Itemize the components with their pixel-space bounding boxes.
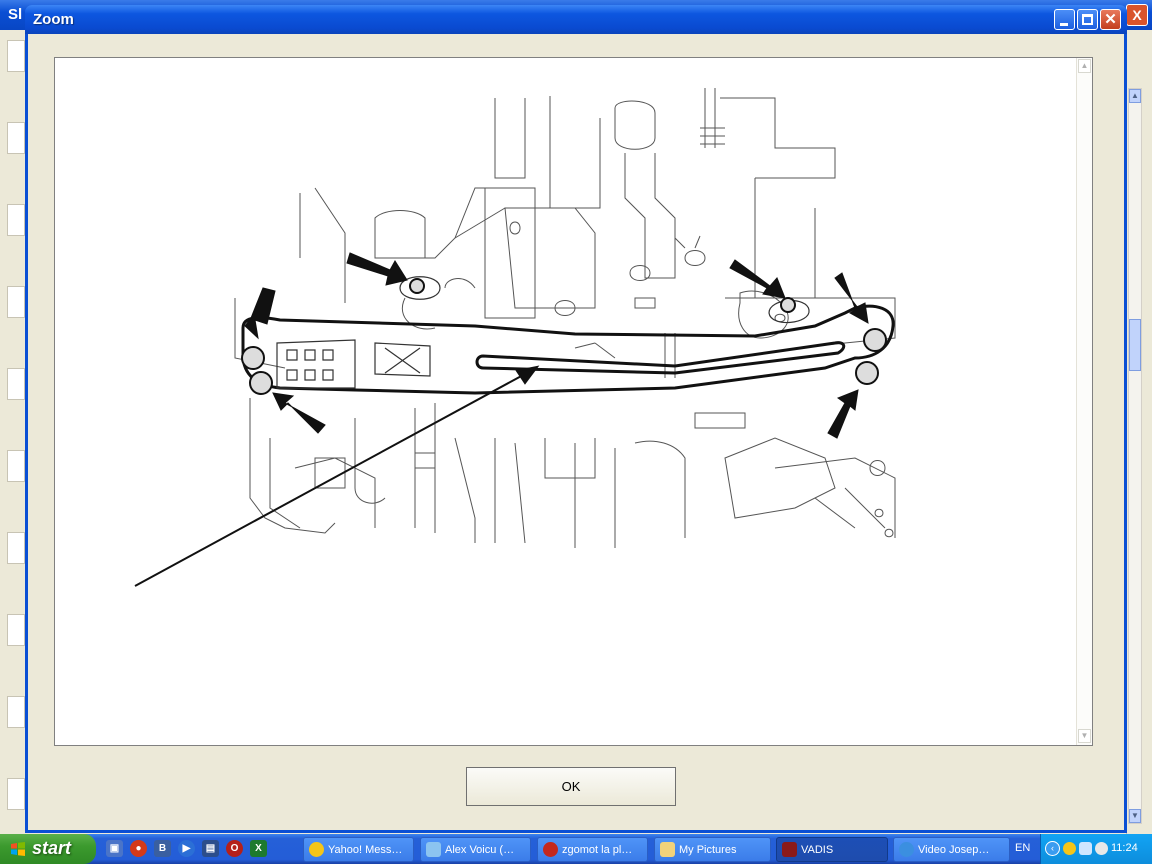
- taskbar: start ▣ ● B ▶ ▤ O X » Yahoo! Mess… Alex …: [0, 834, 1152, 864]
- ok-button[interactable]: OK: [466, 767, 676, 806]
- background-panel-strip: [7, 40, 25, 72]
- image-panel-scrollbar[interactable]: ▲ ▼: [1076, 58, 1092, 745]
- taskbar-button-alex-voicu[interactable]: Alex Voicu (…: [420, 837, 531, 862]
- language-indicator[interactable]: EN: [1015, 842, 1030, 854]
- media-player-icon[interactable]: ▶: [178, 840, 195, 857]
- volume-tray-icon[interactable]: [1095, 842, 1108, 855]
- background-panel-strip: [7, 778, 25, 810]
- maximize-button[interactable]: [1077, 9, 1098, 30]
- dialog-title: Zoom: [33, 11, 74, 28]
- zoom-image-panel: ▲ ▼: [54, 57, 1093, 746]
- close-icon: ✕: [1104, 11, 1117, 28]
- minimize-button[interactable]: [1054, 9, 1075, 30]
- opera-icon: [543, 842, 558, 857]
- scroll-down-arrow-icon[interactable]: ▼: [1129, 809, 1141, 823]
- bs-player-icon[interactable]: B: [154, 840, 171, 857]
- firefox-icon[interactable]: ●: [130, 840, 147, 857]
- excel-icon[interactable]: X: [250, 840, 267, 857]
- dialog-client-area: ▲ ▼ OK: [28, 34, 1124, 830]
- dialog-titlebar[interactable]: Zoom ✕: [25, 5, 1127, 34]
- taskbar-button-video-joseph[interactable]: Video Josep…: [893, 837, 1010, 862]
- opera-icon[interactable]: O: [226, 840, 243, 857]
- zoom-dialog: Zoom ✕ ▲ ▼ OK: [25, 5, 1127, 833]
- scroll-down-arrow-icon[interactable]: ▼: [1078, 729, 1091, 743]
- windows-logo-icon: [11, 842, 25, 856]
- scroll-up-arrow-icon[interactable]: ▲: [1078, 59, 1091, 73]
- vadis-app-icon: [782, 842, 797, 857]
- yahoo-messenger-icon: [309, 842, 324, 857]
- subframe-diagram-image: [134, 88, 896, 587]
- show-desktop-icon[interactable]: ▣: [106, 840, 123, 857]
- show-hidden-icons-chevron-icon[interactable]: ‹: [1045, 841, 1060, 856]
- minimize-icon: [1060, 23, 1068, 26]
- taskbar-button-yahoo-messenger[interactable]: Yahoo! Mess…: [303, 837, 414, 862]
- background-panel-strip: [7, 450, 25, 482]
- save-disk-icon[interactable]: ▤: [202, 840, 219, 857]
- maximize-icon: [1082, 14, 1093, 25]
- internet-explorer-icon: [899, 842, 914, 857]
- taskbar-button-vadis[interactable]: VADIS: [776, 837, 888, 862]
- chat-icon: [426, 842, 441, 857]
- background-panel-strip: [7, 122, 25, 154]
- background-window-left-edge: [0, 30, 26, 834]
- folder-icon: [660, 842, 675, 857]
- background-panel-strip: [7, 696, 25, 728]
- close-button[interactable]: ✕: [1100, 9, 1121, 30]
- start-label: start: [32, 838, 72, 858]
- network-tray-icon[interactable]: [1079, 842, 1092, 855]
- scroll-up-arrow-icon[interactable]: ▲: [1129, 89, 1141, 103]
- background-panel-strip: [7, 532, 25, 564]
- background-window-title: Sl: [8, 6, 23, 23]
- background-scrollbar[interactable]: ▲ ▼: [1128, 88, 1142, 824]
- taskbar-button-my-pictures[interactable]: My Pictures: [654, 837, 771, 862]
- background-panel-strip: [7, 204, 25, 236]
- background-close-button[interactable]: X: [1126, 4, 1148, 26]
- system-tray: ‹ 11:24: [1040, 834, 1152, 864]
- clock[interactable]: 11:24: [1111, 842, 1138, 854]
- background-scrollbar-thumb[interactable]: [1129, 319, 1141, 371]
- background-panel-strip: [7, 614, 25, 646]
- taskbar-button-zgomot[interactable]: zgomot la pl…: [537, 837, 648, 862]
- background-panel-strip: [7, 368, 25, 400]
- background-panel-strip: [7, 286, 25, 318]
- start-button[interactable]: start: [0, 834, 96, 864]
- yahoo-tray-icon[interactable]: [1063, 842, 1076, 855]
